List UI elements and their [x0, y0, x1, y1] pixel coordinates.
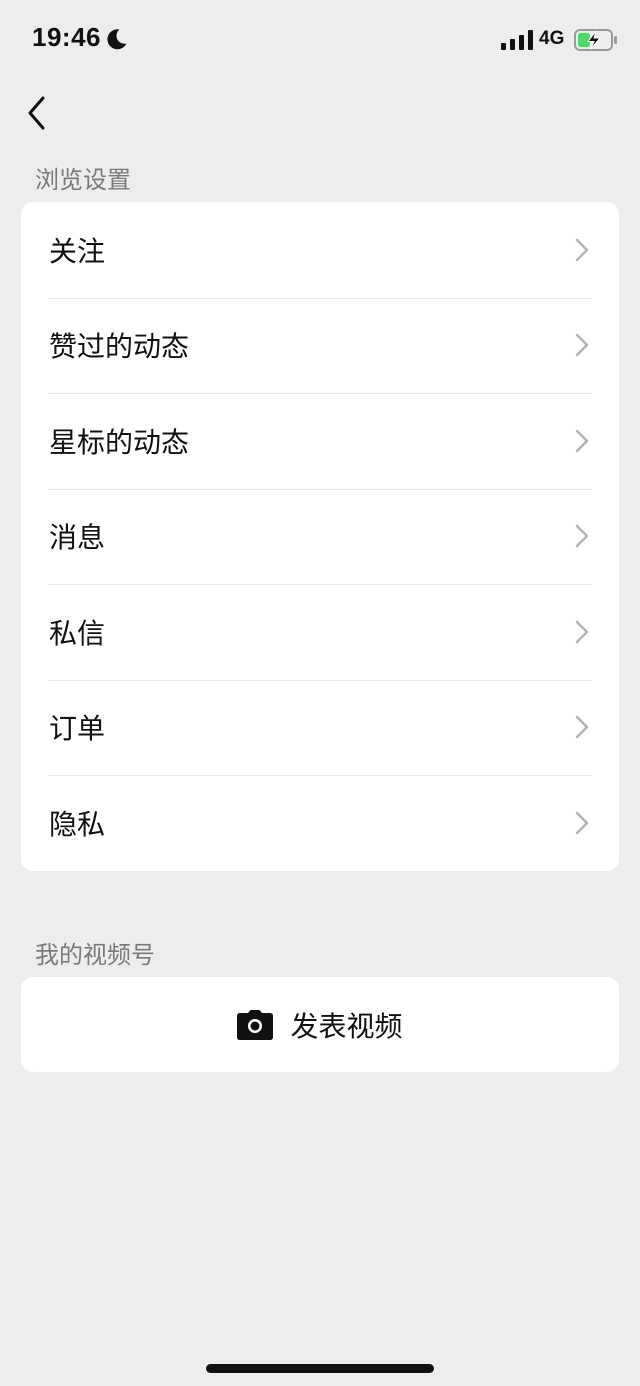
- home-indicator[interactable]: [206, 1364, 434, 1373]
- post-video-label: 发表视频: [290, 1009, 403, 1043]
- menu-item-starred-posts[interactable]: 星标的动态: [21, 393, 619, 489]
- network-label: 4G: [539, 28, 565, 49]
- menu-item-direct-messages[interactable]: 私信: [21, 584, 619, 680]
- menu-item-label: 私信: [49, 616, 106, 650]
- chevron-left-icon: [28, 96, 45, 130]
- chevron-right-icon: [575, 238, 589, 261]
- chevron-right-icon: [575, 811, 589, 834]
- menu-item-label: 星标的动态: [49, 425, 190, 459]
- menu-item-label: 赞过的动态: [49, 330, 190, 364]
- menu-item-messages[interactable]: 消息: [21, 488, 619, 585]
- menu-item-orders[interactable]: 订单: [21, 679, 619, 776]
- status-time: 19:46: [32, 22, 101, 52]
- menu-item-privacy[interactable]: 隐私: [21, 775, 619, 871]
- menu-item-follow[interactable]: 关注: [21, 202, 619, 298]
- chevron-right-icon: [575, 334, 589, 357]
- chevron-right-icon: [575, 429, 589, 452]
- back-button[interactable]: [20, 90, 60, 136]
- menu-item-label: 消息: [49, 521, 106, 555]
- browse-settings-list: 关注 赞过的动态 星标的动态 消息 私信 订单 隐私: [21, 202, 619, 871]
- my-channel-label: 我的视频号: [35, 941, 155, 969]
- menu-item-label: 关注: [49, 234, 106, 268]
- status-bar: 19:46 4G: [0, 0, 640, 80]
- camera-icon: [237, 1009, 274, 1040]
- post-video-card: 发表视频: [21, 977, 619, 1072]
- menu-item-label: 订单: [49, 712, 106, 746]
- moon-icon: [107, 29, 127, 50]
- chevron-right-icon: [575, 620, 589, 643]
- signal-icon: [501, 30, 533, 50]
- browse-settings-label: 浏览设置: [35, 166, 131, 194]
- chevron-right-icon: [575, 716, 589, 739]
- post-video-button[interactable]: 发表视频: [21, 977, 619, 1072]
- menu-item-liked-posts[interactable]: 赞过的动态: [21, 297, 619, 394]
- chevron-right-icon: [575, 525, 589, 548]
- menu-item-label: 隐私: [49, 807, 106, 841]
- battery-charging-icon: [574, 29, 617, 51]
